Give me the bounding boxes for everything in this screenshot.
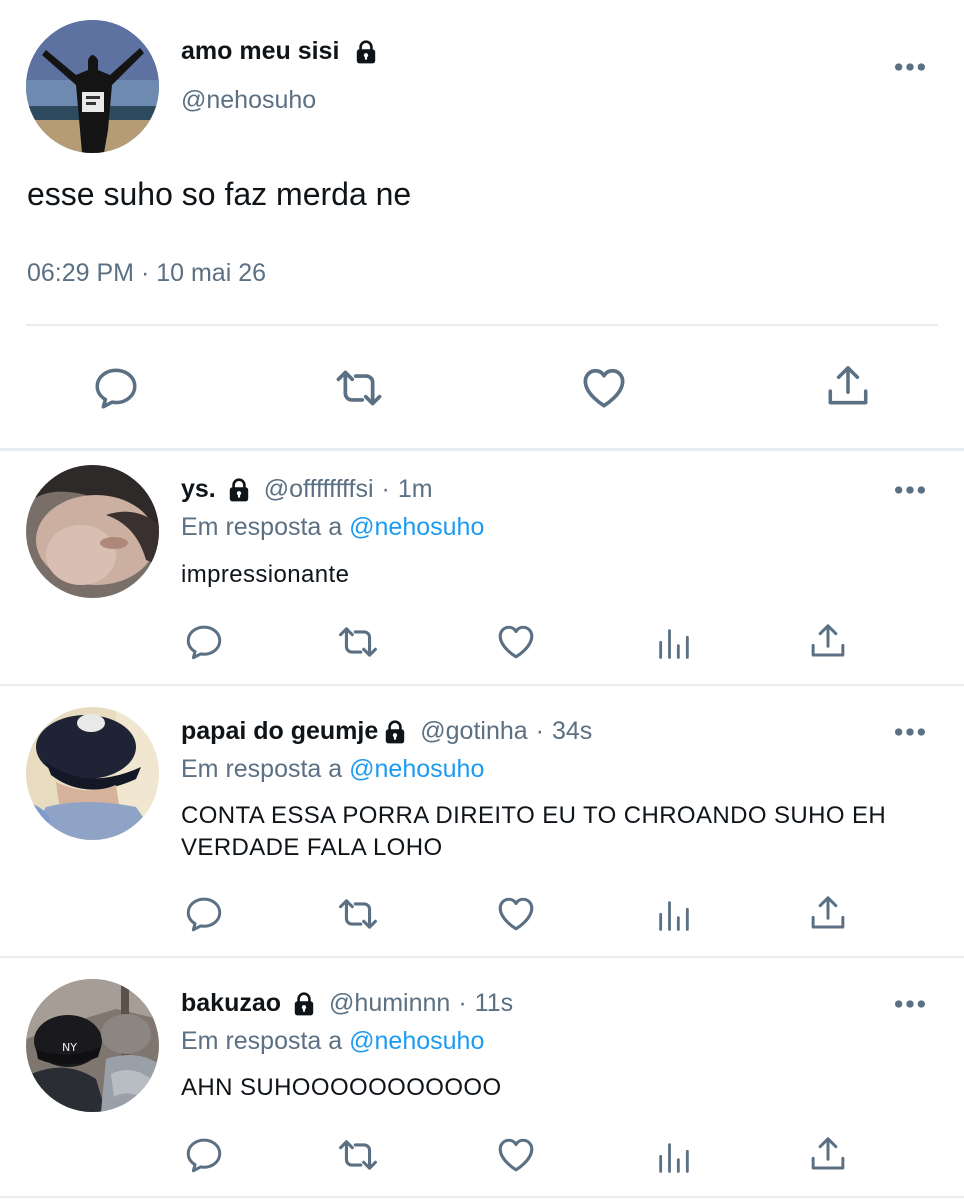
tweet-text: impressionante: [181, 561, 350, 588]
reply-icon[interactable]: [88, 360, 144, 416]
section-divider: [0, 956, 964, 958]
separator-dot: ·: [381, 475, 390, 503]
author-handle[interactable]: @gotinha: [420, 717, 527, 746]
reply-header: bakuzao @huminnn · 11s: [181, 989, 513, 1018]
reply-icon[interactable]: [182, 1133, 226, 1177]
like-icon[interactable]: [494, 891, 538, 935]
divider: [26, 324, 938, 326]
avatar[interactable]: [26, 707, 159, 840]
more-options-icon[interactable]: [893, 725, 927, 743]
svg-text:NY: NY: [62, 1041, 77, 1054]
stats-icon[interactable]: [652, 622, 696, 666]
lock-icon: [353, 39, 379, 65]
share-icon[interactable]: [806, 891, 850, 935]
retweet-icon[interactable]: [336, 892, 380, 936]
like-icon[interactable]: [494, 1132, 538, 1176]
separator-dot: ·: [458, 989, 467, 1017]
replying-to: Em resposta a @nehosuho: [181, 755, 484, 784]
reply-time[interactable]: 1m: [398, 475, 433, 504]
lock-icon: [291, 991, 317, 1017]
like-icon[interactable]: [494, 619, 538, 663]
section-divider: [0, 684, 964, 686]
mention-link[interactable]: @nehosuho: [349, 513, 484, 541]
replying-prefix: Em resposta a: [181, 755, 343, 783]
replying-prefix: Em resposta a: [181, 513, 343, 541]
more-options-icon[interactable]: [893, 60, 927, 78]
reply-icon[interactable]: [182, 620, 226, 664]
more-options-icon[interactable]: [893, 483, 927, 501]
retweet-icon[interactable]: [331, 360, 387, 416]
section-divider: [0, 1196, 964, 1198]
replying-prefix: Em resposta a: [181, 1027, 343, 1055]
author-display-name[interactable]: bakuzao: [181, 989, 281, 1018]
retweet-icon[interactable]: [336, 1133, 380, 1177]
avatar[interactable]: NY: [26, 979, 159, 1112]
author-handle[interactable]: @offffffffsi: [264, 475, 374, 504]
mention-link[interactable]: @nehosuho: [349, 755, 484, 783]
replying-to: Em resposta a @nehosuho: [181, 513, 484, 542]
tweet-text: AHN SUHOOOOOOOOOOO: [181, 1074, 502, 1101]
author-handle[interactable]: @huminnn: [329, 989, 450, 1018]
reply-header: ys. @offffffffsi · 1m: [181, 475, 433, 504]
avatar[interactable]: [26, 465, 159, 598]
retweet-icon[interactable]: [336, 620, 380, 664]
separator-dot: ·: [535, 717, 544, 745]
section-divider: [0, 448, 964, 451]
reply-time[interactable]: 34s: [552, 717, 592, 746]
tweet-timestamp[interactable]: 06:29 PM · 10 mai 26: [27, 259, 266, 288]
author-handle[interactable]: @nehosuho: [181, 86, 316, 115]
tweet-text: CONTA ESSA PORRA DIREITO EU TO CHROANDO …: [181, 802, 887, 861]
lock-icon: [382, 719, 408, 745]
replying-to: Em resposta a @nehosuho: [181, 1027, 484, 1056]
share-icon[interactable]: [806, 1132, 850, 1176]
author-display-name[interactable]: papai do geumje: [181, 717, 378, 746]
avatar[interactable]: [26, 20, 159, 153]
more-options-icon[interactable]: [893, 997, 927, 1015]
reply-icon[interactable]: [182, 892, 226, 936]
mention-link[interactable]: @nehosuho: [349, 1027, 484, 1055]
stats-icon[interactable]: [652, 894, 696, 938]
author-name-row[interactable]: amo meu sisi: [181, 37, 379, 66]
author-display-name[interactable]: ys.: [181, 475, 216, 504]
reply-header: papai do geumje @gotinha · 34s: [181, 717, 592, 746]
tweet-text: esse suho so faz merda ne: [27, 176, 412, 212]
share-icon[interactable]: [820, 358, 876, 414]
stats-icon[interactable]: [652, 1136, 696, 1180]
share-icon[interactable]: [806, 619, 850, 663]
author-display-name[interactable]: amo meu sisi: [181, 37, 339, 66]
lock-icon: [226, 477, 252, 503]
like-icon[interactable]: [576, 359, 632, 415]
reply-time[interactable]: 11s: [475, 989, 513, 1018]
